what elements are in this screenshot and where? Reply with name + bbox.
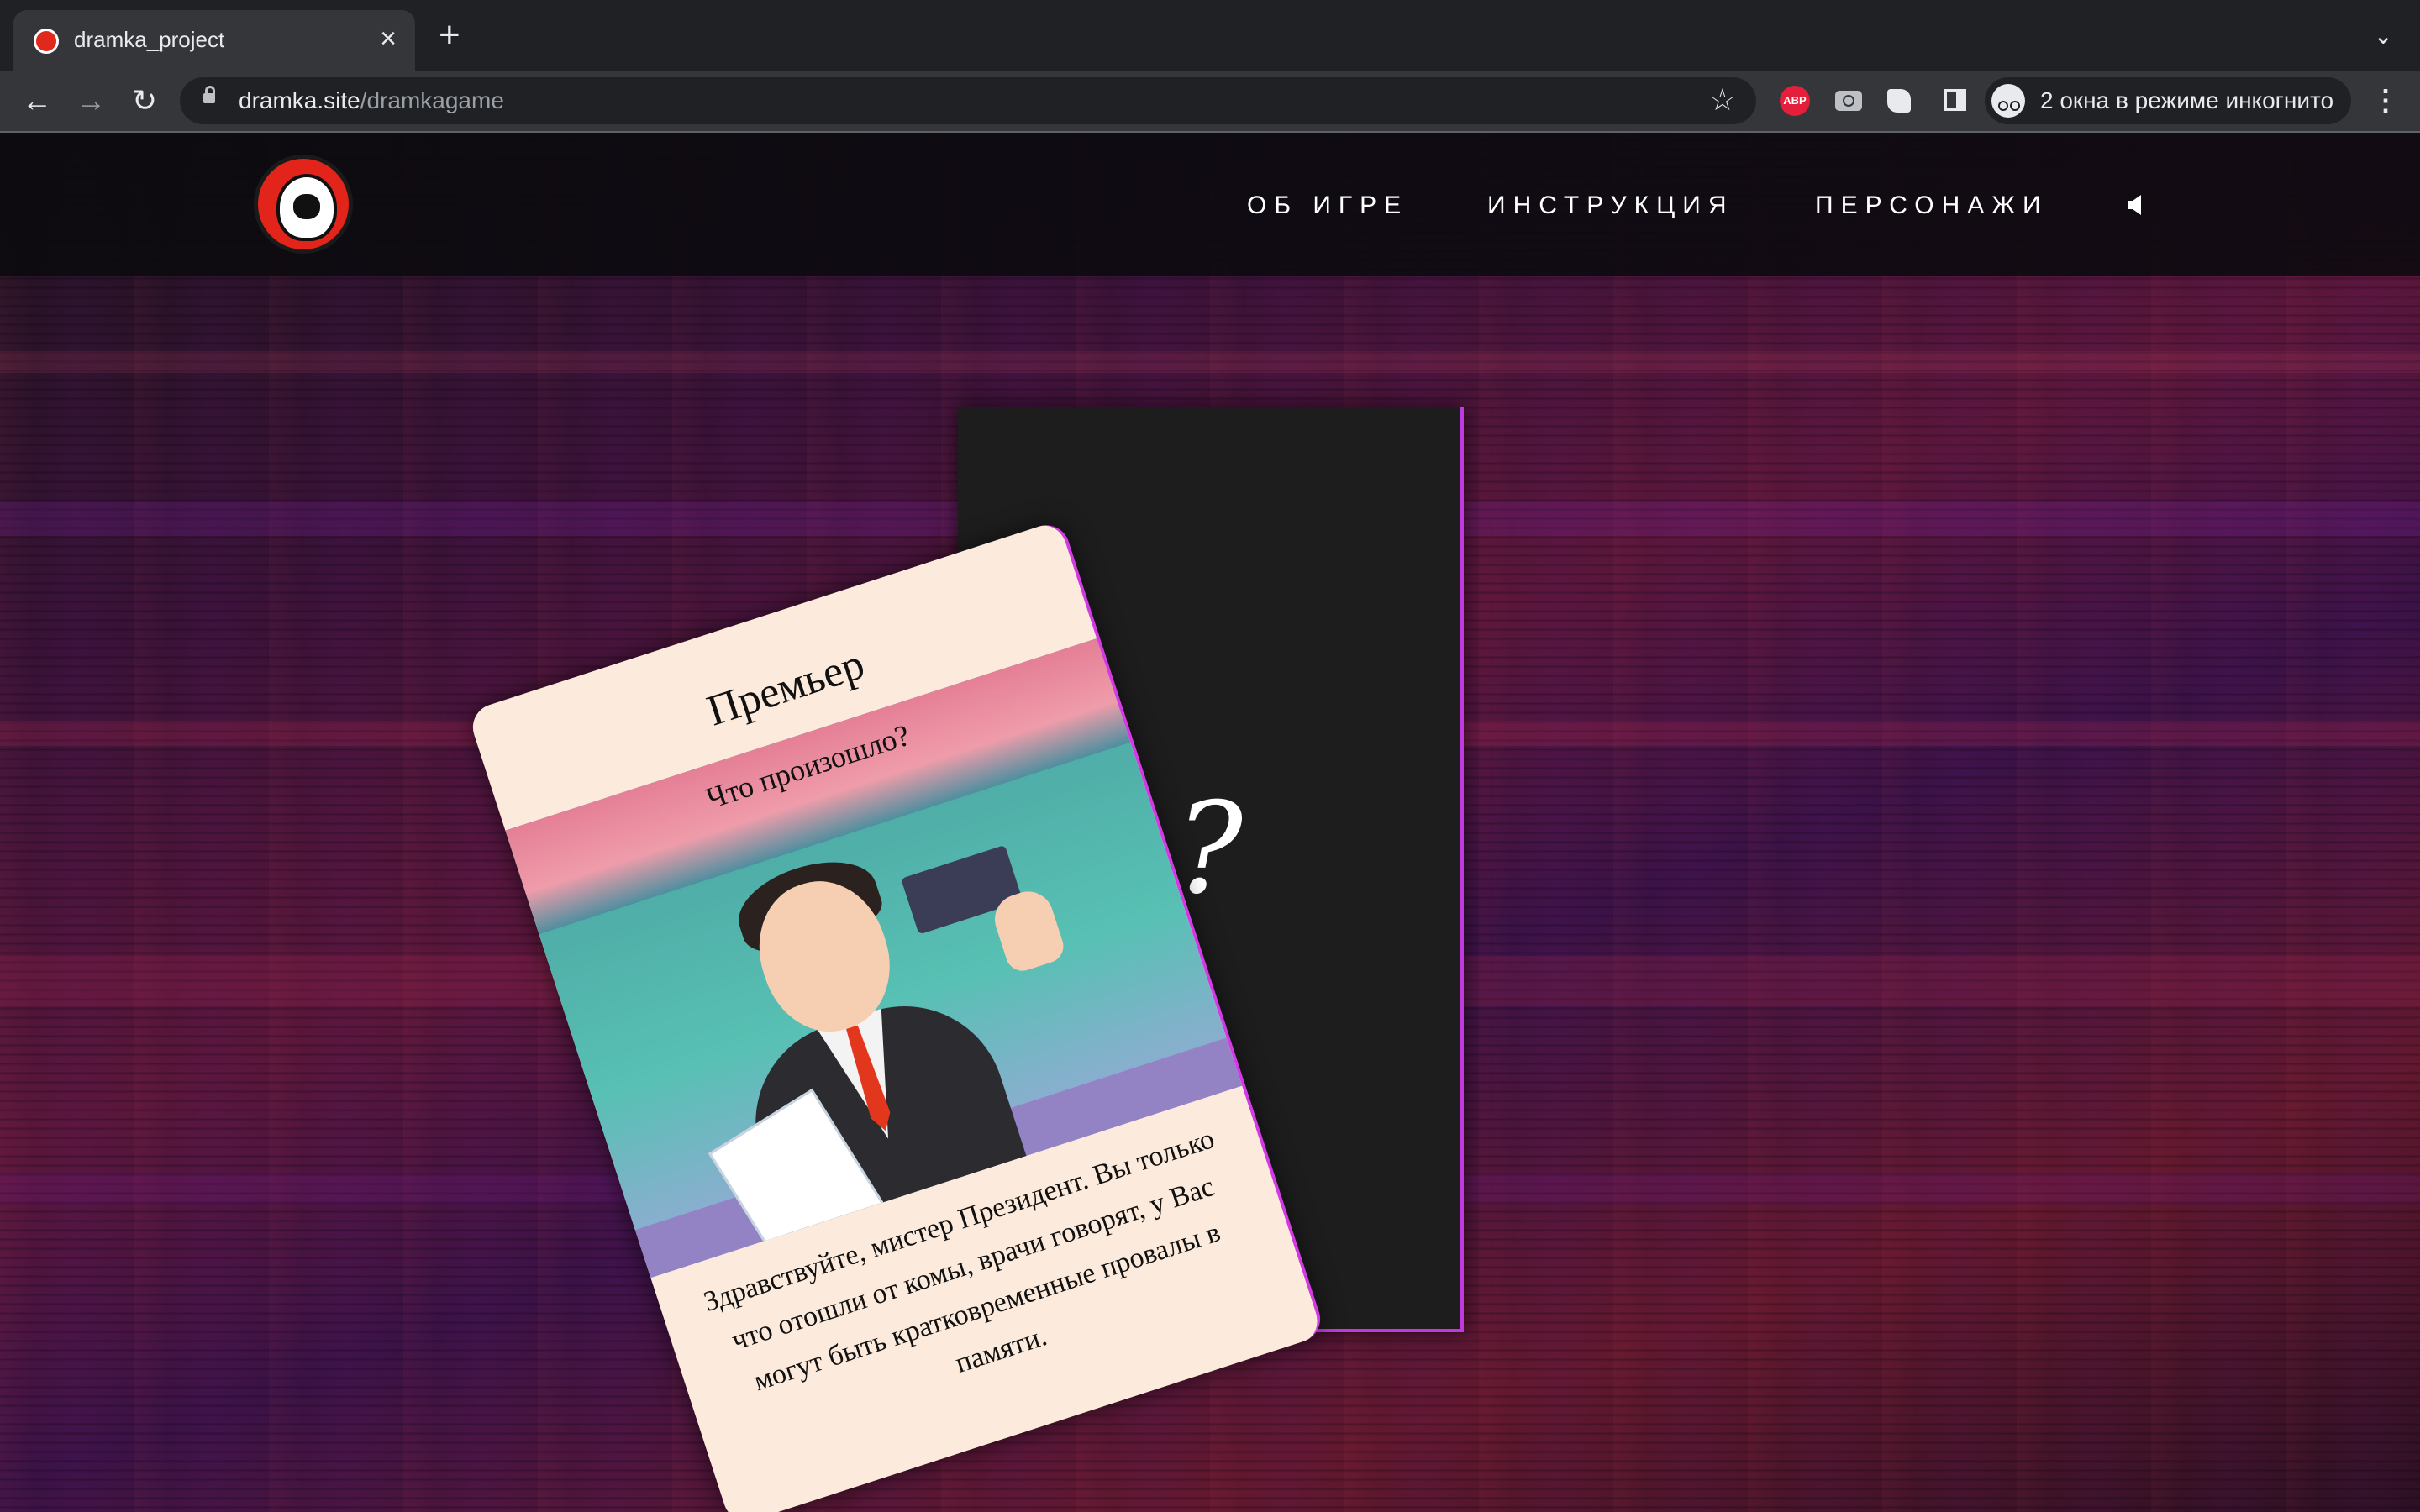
url-text: dramka.site/dramkagame bbox=[239, 87, 504, 114]
camera-extension-icon[interactable] bbox=[1835, 91, 1862, 111]
browser-tabstrip: dramka_project × + ⌄ bbox=[0, 0, 2420, 71]
close-tab-icon[interactable]: × bbox=[380, 22, 397, 55]
extensions-puzzle-icon[interactable] bbox=[1887, 89, 1911, 113]
browser-tab[interactable]: dramka_project × bbox=[13, 10, 415, 71]
reload-icon[interactable]: ↻ bbox=[124, 81, 165, 121]
back-icon[interactable]: ← bbox=[17, 81, 57, 121]
tab-search-chevron-icon[interactable]: ⌄ bbox=[2374, 22, 2393, 50]
tab-title: dramka_project bbox=[74, 27, 225, 52]
sound-speaker-icon[interactable] bbox=[2128, 193, 2144, 217]
lock-icon[interactable] bbox=[203, 86, 215, 103]
bookmark-star-icon[interactable]: ☆ bbox=[1709, 82, 1736, 118]
nav-about-game[interactable]: ОБ ИГРЕ bbox=[1247, 192, 1408, 220]
site-header: ОБ ИГРЕ ИНСТРУКЦИЯ ПЕРСОНАЖИ bbox=[0, 133, 2420, 276]
nav-characters[interactable]: ПЕРСОНАЖИ bbox=[1815, 192, 2049, 220]
helmet-visor bbox=[293, 194, 320, 219]
side-panel-icon[interactable] bbox=[1944, 89, 1966, 111]
nav-instructions[interactable]: ИНСТРУКЦИЯ bbox=[1487, 192, 1734, 220]
glitch-band bbox=[0, 351, 2420, 373]
url-path: /dramkagame bbox=[360, 87, 504, 113]
new-tab-icon[interactable]: + bbox=[439, 17, 460, 54]
url-host: dramka.site bbox=[239, 87, 360, 113]
astronaut-helmet-icon bbox=[276, 174, 337, 241]
incognito-label: 2 окна в режиме инкогнито bbox=[2040, 87, 2334, 113]
incognito-icon bbox=[1991, 84, 2025, 118]
address-bar[interactable]: dramka.site/dramkagame ☆ bbox=[180, 77, 1756, 124]
forward-icon[interactable]: → bbox=[71, 81, 111, 121]
browser-toolbar: ← → ↻ dramka.site/dramkagame ☆ ABP 2 окн… bbox=[0, 71, 2420, 133]
incognito-indicator[interactable]: 2 окна в режиме инкогнито bbox=[1985, 77, 2351, 124]
browser-menu-icon[interactable]: ⋮ bbox=[2371, 82, 2400, 119]
page-viewport: ОБ ИГРЕ ИНСТРУКЦИЯ ПЕРСОНАЖИ ? Премьер Ч… bbox=[0, 133, 2420, 1512]
site-logo-icon[interactable] bbox=[254, 155, 353, 254]
adblock-extension-icon[interactable]: ABP bbox=[1780, 86, 1810, 116]
site-favicon-icon bbox=[34, 29, 59, 54]
